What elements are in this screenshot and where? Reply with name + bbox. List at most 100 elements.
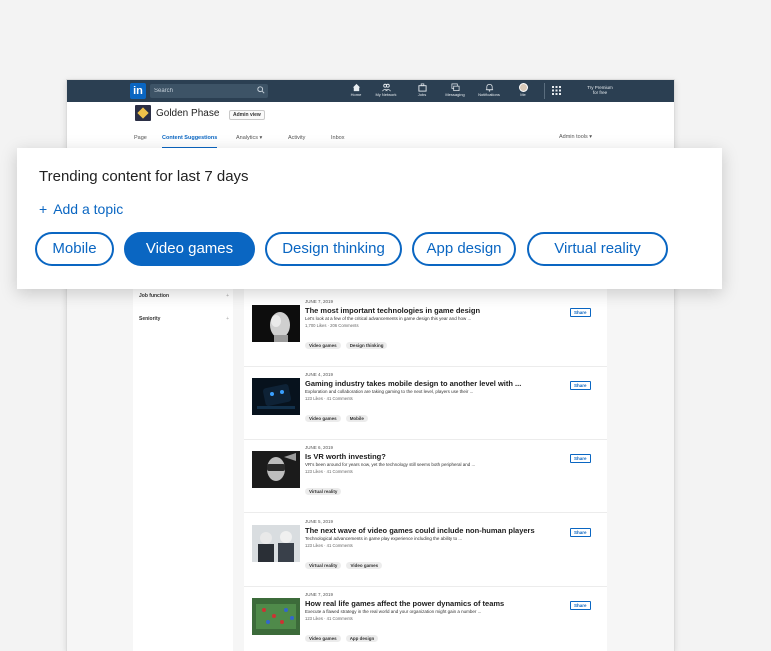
nav-me[interactable]: Me xyxy=(506,83,540,101)
nav-jobs-label: Jobs xyxy=(417,92,427,97)
post-thumbnail[interactable] xyxy=(252,598,300,635)
post-date: JUNE 6, 2019 xyxy=(305,445,334,450)
filter-job-function[interactable]: Job function + xyxy=(139,293,229,299)
post-tag: Virtual reality xyxy=(305,562,342,569)
post-tag: Video games xyxy=(346,562,383,569)
company-header: Golden Phase Admin view Page Content Sug… xyxy=(67,102,674,151)
post-tag: App design xyxy=(345,635,379,642)
post-title[interactable]: How real life games affect the power dyn… xyxy=(305,599,555,608)
messaging-icon xyxy=(451,83,459,92)
post-tag: Video games xyxy=(305,415,341,422)
grid-icon[interactable] xyxy=(552,86,561,95)
search-icon[interactable] xyxy=(257,86,265,94)
post-tags: Video games App design xyxy=(305,627,383,642)
post-item: JUNE 7, 2019 The most important technolo… xyxy=(244,294,607,367)
briefcase-icon xyxy=(417,83,427,92)
post-thumbnail[interactable] xyxy=(252,451,300,488)
tab-inbox[interactable]: Inbox xyxy=(331,134,344,147)
post-title[interactable]: Gaming industry takes mobile design to a… xyxy=(305,379,555,388)
post-stats: 123 Likes · 41 Comments xyxy=(305,396,353,401)
topic-chip-video-games[interactable]: Video games xyxy=(124,232,255,266)
nav-messaging-label: Messaging xyxy=(445,92,465,97)
linkedin-logo[interactable]: in xyxy=(130,83,146,99)
post-thumbnail[interactable] xyxy=(252,525,300,562)
topic-chip-virtual-reality[interactable]: Virtual reality xyxy=(527,232,668,266)
plus-icon: + xyxy=(226,316,229,322)
post-tag: Design thinking xyxy=(345,342,388,349)
top-navbar: in Home My Network Jobs Messaging Notifi… xyxy=(67,80,674,102)
nav-home-label: Home xyxy=(350,92,362,97)
tab-analytics[interactable]: Analytics ▾ xyxy=(236,134,262,147)
post-tag: Video games xyxy=(305,635,341,642)
post-thumbnail[interactable] xyxy=(252,305,300,342)
try-premium-link[interactable]: Try Premium for free xyxy=(575,85,625,95)
post-description: Execute a flawed strategy in the real wo… xyxy=(305,609,482,614)
avatar xyxy=(518,83,528,92)
topic-chip-design-thinking[interactable]: Design thinking xyxy=(265,232,402,266)
post-tag: Virtual reality xyxy=(305,488,342,495)
post-date: JUNE 5, 2019 xyxy=(305,519,334,524)
company-name: Golden Phase xyxy=(156,108,220,119)
trending-title: Trending content for last 7 days xyxy=(39,168,249,185)
nav-divider xyxy=(544,83,545,99)
nav-notifications-label: Notifications xyxy=(478,92,500,97)
post-item: JUNE 4, 2019 Gaming industry takes mobil… xyxy=(244,367,607,440)
post-stats: 123 Likes · 41 Comments xyxy=(305,469,353,474)
filter-seniority[interactable]: Seniority + xyxy=(139,316,229,322)
post-item: JUNE 7, 2019 How real life games affect … xyxy=(244,587,607,651)
post-stats: 123 Likes · 41 Comments xyxy=(305,616,353,621)
filter-job-function-label: Job function xyxy=(139,293,169,299)
network-icon xyxy=(381,83,391,92)
topic-chip-mobile[interactable]: Mobile xyxy=(35,232,114,266)
post-description: Let's look at a few of the critical adva… xyxy=(305,316,472,321)
try-premium-line2: for free xyxy=(592,90,608,95)
post-date: JUNE 7, 2019 xyxy=(305,592,334,597)
post-tags: Virtual reality xyxy=(305,480,346,495)
post-date: JUNE 7, 2019 xyxy=(305,299,334,304)
company-logo xyxy=(135,105,151,121)
post-tags: Virtual reality Video games xyxy=(305,554,387,569)
post-description: Exploration and collaboration are taking… xyxy=(305,389,474,394)
post-item: JUNE 5, 2019 The next wave of video game… xyxy=(244,514,607,587)
trending-topics-card: Trending content for last 7 days + Add a … xyxy=(17,148,722,289)
share-button[interactable]: Share xyxy=(570,381,591,390)
home-icon xyxy=(352,83,360,92)
bell-icon xyxy=(485,83,493,92)
nav-home[interactable]: Home xyxy=(339,83,373,101)
add-topic-label: Add a topic xyxy=(53,201,124,217)
tab-activity[interactable]: Activity xyxy=(288,134,305,147)
plus-icon: + xyxy=(39,201,48,217)
post-date: JUNE 4, 2019 xyxy=(305,372,334,377)
post-stats: 1,700 Likes · 206 Comments xyxy=(305,323,359,328)
share-button[interactable]: Share xyxy=(570,308,591,317)
tab-content-suggestions[interactable]: Content Suggestions xyxy=(162,134,218,148)
nav-my-network-label: My Network xyxy=(375,92,397,97)
tab-page[interactable]: Page xyxy=(134,134,147,147)
admin-view-badge: Admin view xyxy=(229,110,265,120)
nav-my-network[interactable]: My Network xyxy=(369,83,403,101)
plus-icon: + xyxy=(226,293,229,299)
add-topic-button[interactable]: + Add a topic xyxy=(39,201,123,217)
post-item: JUNE 6, 2019 Is VR worth investing? VR's… xyxy=(244,440,607,513)
share-button[interactable]: Share xyxy=(570,528,591,537)
post-stats: 123 Likes · 41 Comments xyxy=(305,543,353,548)
post-title[interactable]: The next wave of video games could inclu… xyxy=(305,526,555,535)
post-title[interactable]: Is VR worth investing? xyxy=(305,452,555,461)
nav-notifications[interactable]: Notifications xyxy=(472,83,506,101)
admin-tools-dropdown[interactable]: Admin tools ▾ xyxy=(559,134,592,140)
post-title[interactable]: The most important technologies in game … xyxy=(305,306,555,315)
share-button[interactable]: Share xyxy=(570,454,591,463)
post-tags: Video games Design thinking xyxy=(305,334,392,349)
nav-me-label: Me xyxy=(520,92,526,97)
nav-jobs[interactable]: Jobs xyxy=(405,83,439,101)
search-input[interactable] xyxy=(150,84,268,98)
post-thumbnail[interactable] xyxy=(252,378,300,415)
post-description: Technological advancements in game play … xyxy=(305,536,463,541)
post-tag: Video games xyxy=(305,342,341,349)
post-description: VR's been around for years now, yet the … xyxy=(305,462,476,467)
post-tags: Video games Mobile xyxy=(305,407,373,422)
post-tag: Mobile xyxy=(345,415,368,422)
share-button[interactable]: Share xyxy=(570,601,591,610)
topic-chip-app-design[interactable]: App design xyxy=(412,232,516,266)
nav-messaging[interactable]: Messaging xyxy=(438,83,472,101)
